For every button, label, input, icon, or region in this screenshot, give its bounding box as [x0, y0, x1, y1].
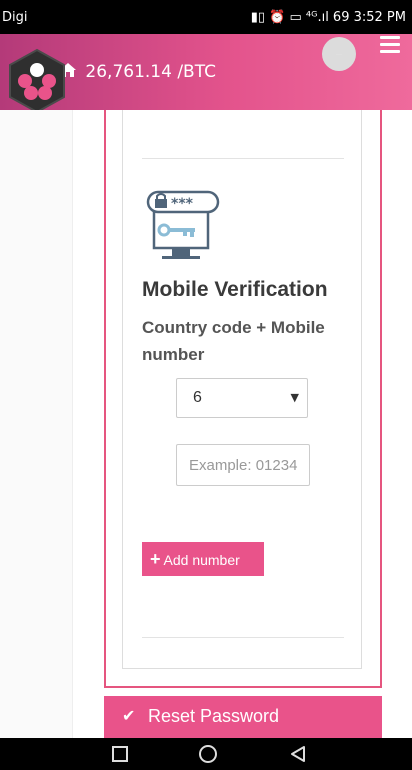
screen: Digi ▮▯ ⏰ ▭ ⁴ᴳ.ıl 69 3:52 PM 26,761.14 /…: [0, 0, 412, 770]
home-nav-icon[interactable]: [198, 744, 218, 764]
recent-apps-icon[interactable]: [110, 744, 130, 764]
phone-number-input[interactable]: [176, 444, 310, 486]
divider: [142, 637, 344, 638]
reset-password-button[interactable]: ✔ Reset Password: [104, 696, 382, 738]
country-code-value: 6: [193, 389, 202, 406]
avatar[interactable]: …: [322, 37, 356, 71]
logo-icon[interactable]: [4, 48, 70, 114]
plus-icon: +: [150, 548, 161, 569]
left-gutter: [0, 110, 73, 738]
add-number-label: Add number: [163, 551, 240, 568]
divider: [142, 158, 344, 159]
country-code-select[interactable]: 6 ▼: [176, 378, 308, 418]
page-title: Mobile Verification: [142, 278, 328, 301]
price-display[interactable]: 26,761.14 /BTC: [60, 62, 216, 82]
android-nav-bar: [0, 738, 412, 770]
status-bar: Digi ▮▯ ⏰ ▭ ⁴ᴳ.ıl 69 3:52 PM: [0, 0, 412, 34]
country-code-label: Country code + Mobile number: [142, 318, 325, 364]
carrier-name: Digi: [2, 10, 28, 25]
mobile-verification-icon: ***: [146, 190, 220, 268]
btc-price: 26,761.14 /BTC: [85, 62, 216, 82]
check-icon: ✔: [122, 708, 136, 725]
back-nav-icon[interactable]: [288, 744, 308, 764]
dropdown-arrow-icon: ▼: [290, 391, 299, 404]
main-content: *** Mobile Verification Country code + M…: [0, 110, 412, 738]
reset-password-label: Reset Password: [148, 706, 280, 726]
add-number-button[interactable]: + Add number: [142, 542, 264, 576]
menu-icon[interactable]: [380, 36, 400, 54]
svg-text:***: ***: [171, 196, 194, 212]
status-icons: ▮▯ ⏰ ▭ ⁴ᴳ.ıl 69 3:52 PM: [250, 10, 406, 25]
